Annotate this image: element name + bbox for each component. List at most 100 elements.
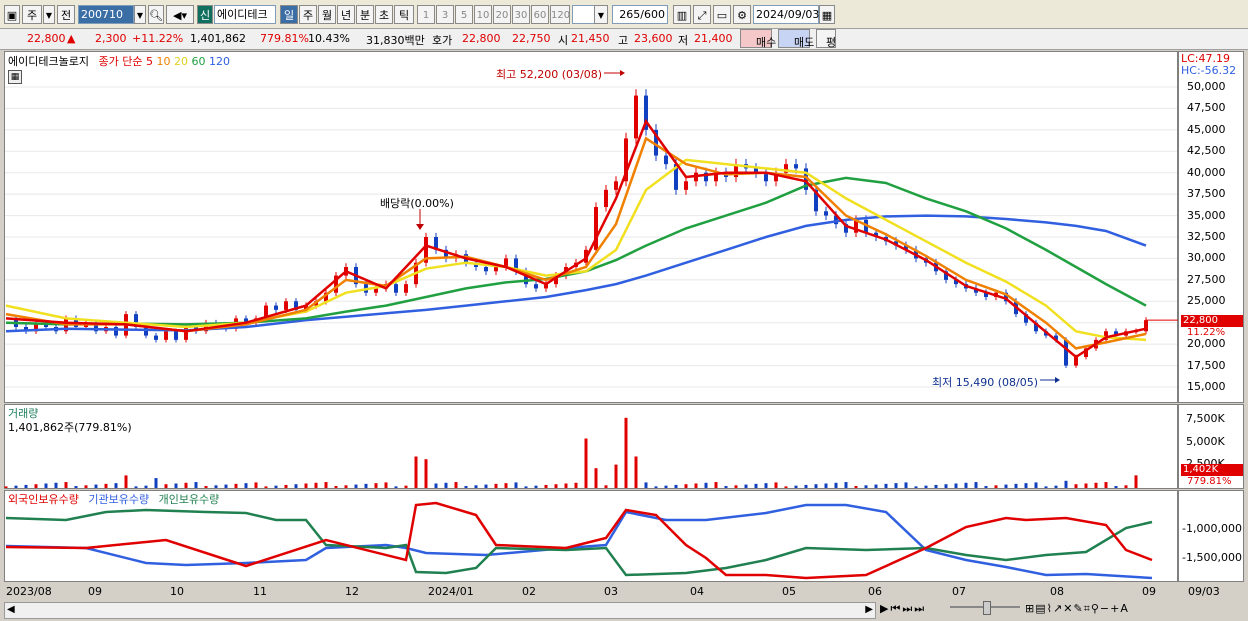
volume-bar [134, 486, 138, 488]
volume-bar [774, 482, 778, 488]
price-tick-label: 17,500 [1187, 358, 1226, 372]
candle-body [154, 335, 158, 340]
volume-bar [974, 482, 978, 488]
price-tick-label: 15,000 [1187, 380, 1226, 393]
volume-bar [824, 483, 828, 488]
volume-bar [634, 456, 638, 488]
candle-body [394, 284, 398, 293]
table-icon[interactable]: ▤ [1035, 602, 1046, 615]
volume-bar [484, 484, 488, 488]
volume-bar [54, 482, 58, 488]
volume-bar [624, 417, 628, 488]
candle-body [614, 181, 618, 190]
max-annotation-arrowhead [620, 70, 625, 76]
chart-scrollbar[interactable]: ◀ ▶ [4, 602, 876, 619]
x-axis-label: 11 [253, 585, 267, 598]
magnify-icon[interactable]: ⚲ [1091, 602, 1100, 615]
volume-bar [494, 483, 498, 488]
volume-bar [874, 484, 878, 488]
volume-bar [564, 483, 568, 488]
volume-bar [414, 456, 418, 488]
volume-bar [884, 483, 888, 488]
price-tick-label: 32,500 [1187, 230, 1226, 243]
chart-canvas [4, 70, 1178, 580]
price-tick-label: 30,000 [1187, 251, 1226, 265]
price-tick-label: 50,000 [1187, 80, 1226, 93]
volume-current-tag: 1,402K [1181, 464, 1243, 476]
x-axis-label: 2024/01 [428, 585, 474, 598]
volume-bar [214, 485, 218, 488]
first-icon[interactable]: ⏮ [890, 602, 902, 615]
min-price-annotation: 최저 15,490 (08/05) [932, 376, 1039, 389]
x-axis-label: 09 [88, 585, 102, 598]
candle-body [664, 155, 668, 165]
volume-bar [234, 483, 238, 488]
volume-bar [74, 486, 78, 488]
minus-icon[interactable]: − [1100, 602, 1110, 615]
price-tick-label: 45,000 [1187, 122, 1226, 136]
volume-bar [684, 484, 688, 488]
volume-bar [164, 484, 168, 488]
price-tick-label: 42,500 [1187, 144, 1226, 158]
volume-bar [474, 485, 478, 488]
volume-bar [674, 484, 678, 488]
volume-bar [374, 483, 378, 488]
volume-bar [964, 482, 968, 488]
volume-bar [204, 486, 208, 488]
plus-icon[interactable]: + [1110, 602, 1120, 615]
volume-bar [514, 482, 518, 488]
volume-bar [114, 483, 118, 488]
volume-bar [804, 484, 808, 488]
x-axis-label: 03 [604, 585, 618, 598]
volume-bar [294, 484, 298, 488]
cross-tool-icon[interactable]: ✕ [1063, 602, 1073, 615]
arrow-tool-icon[interactable]: ↗ [1053, 602, 1063, 615]
dividend-arrowhead [416, 224, 424, 230]
volume-bar [984, 486, 988, 488]
volume-bar [24, 484, 28, 488]
volume-bar [754, 483, 758, 488]
volume-bar [614, 464, 618, 488]
play-icon[interactable]: ▶ [880, 602, 890, 615]
nav-controls[interactable]: ▶⏮⏭⏭ [880, 602, 926, 616]
last-icon[interactable]: ⏭ [902, 602, 914, 615]
fibo-tool-icon[interactable]: ⌗ [1084, 602, 1091, 615]
volume-bar [1024, 483, 1028, 488]
candle-body [534, 284, 538, 289]
volume-bar [954, 483, 958, 488]
volume-bar [714, 482, 718, 488]
volume-bar [544, 484, 548, 488]
candle-body [684, 181, 688, 190]
tool-icons[interactable]: ⊞▤⌇↗✕✎⌗⚲−+A [1025, 602, 1129, 616]
scroll-left-icon[interactable]: ◀ [7, 604, 15, 615]
text-tool-icon[interactable]: ✎ [1073, 602, 1083, 615]
volume-bar [404, 485, 408, 488]
font-icon[interactable]: A [1120, 602, 1129, 615]
volume-bar [344, 485, 348, 488]
x-axis-label: 09 [1142, 585, 1156, 598]
x-axis-label: 07 [952, 585, 966, 598]
volume-bar [64, 482, 68, 488]
scroll-right-icon[interactable]: ▶ [865, 604, 873, 615]
volume-bar [104, 483, 108, 488]
foreign-holdings-line [5, 501, 1153, 580]
candle-body [824, 211, 828, 216]
volume-bar [554, 484, 558, 488]
volume-bar [534, 485, 538, 488]
ma10-line [5, 136, 1147, 350]
volume-bar [854, 486, 858, 488]
zoom-slider-handle[interactable] [983, 601, 991, 615]
volume-bar [434, 483, 438, 488]
volume-bar [814, 484, 818, 488]
volume-bar [34, 484, 38, 488]
end-icon[interactable]: ⏭ [914, 602, 926, 615]
volume-bar [394, 486, 398, 488]
institution-holdings-line [5, 503, 1153, 580]
volume-bar [1004, 484, 1008, 488]
volume-bar [864, 485, 868, 488]
grid-icon[interactable]: ⊞ [1025, 602, 1035, 615]
volume-bar [994, 485, 998, 488]
volume-bar [654, 486, 658, 488]
volume-bar [194, 482, 198, 488]
volume-bar [724, 486, 728, 488]
